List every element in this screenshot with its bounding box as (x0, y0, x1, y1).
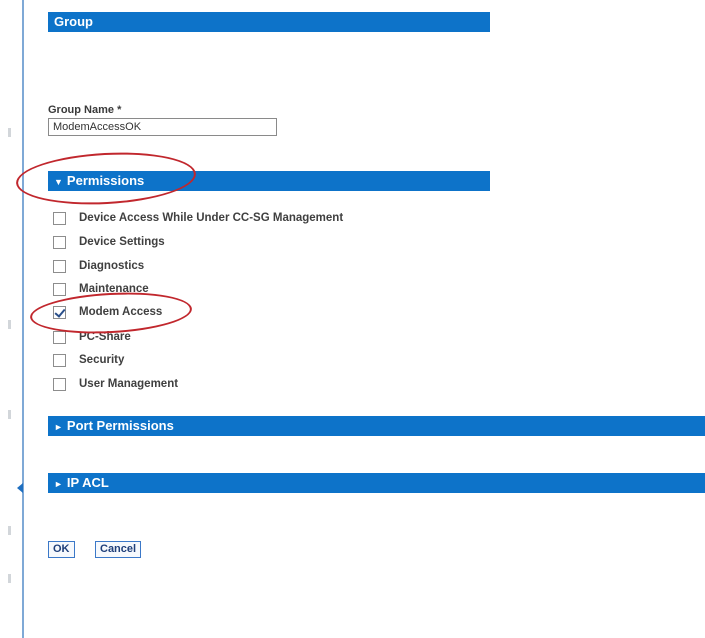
checkbox-icon[interactable] (53, 353, 66, 367)
permission-item-modem-access[interactable]: Modem Access (53, 303, 162, 321)
ip-acl-section-header[interactable]: ► IP ACL (48, 473, 705, 493)
checkbox-checked-icon[interactable] (53, 305, 66, 319)
permission-label: Modem Access (79, 306, 163, 318)
permission-item-device-settings[interactable]: Device Settings (53, 233, 165, 251)
checkbox-icon[interactable] (53, 235, 66, 249)
ip-acl-section-title: IP ACL (66, 475, 109, 490)
permission-item-device-access[interactable]: Device Access While Under CC-SG Manageme… (53, 209, 343, 227)
side-tick-mark (8, 574, 11, 583)
permission-label: PC-Share (79, 331, 131, 343)
checkbox-icon[interactable] (53, 330, 66, 344)
checkbox-icon[interactable] (53, 259, 66, 273)
port-permissions-section-header[interactable]: ► Port Permissions (48, 416, 705, 436)
ok-button[interactable]: OK (48, 541, 75, 558)
permission-item-maintenance[interactable]: Maintenance (53, 280, 149, 298)
group-section-header: Group (48, 12, 490, 32)
group-section-title: Group (54, 14, 93, 29)
side-tick-mark (8, 526, 11, 535)
permission-item-diagnostics[interactable]: Diagnostics (53, 257, 144, 275)
checkbox-icon[interactable] (53, 282, 66, 296)
permission-label: User Management (79, 378, 179, 390)
left-border-rule (22, 0, 24, 638)
checkbox-icon[interactable] (53, 211, 66, 225)
checkbox-icon[interactable] (53, 377, 66, 391)
permission-label: Device Access While Under CC-SG Manageme… (79, 212, 344, 224)
triangle-down-icon: ▼ (54, 177, 63, 187)
port-permissions-section-title: Port Permissions (66, 418, 174, 433)
group-name-input[interactable] (48, 118, 277, 136)
permissions-section-header[interactable]: ▼ Permissions (48, 171, 490, 191)
collapse-sidebar-arrow-icon[interactable] (17, 483, 23, 493)
side-tick-mark (8, 410, 11, 419)
triangle-right-icon: ► (54, 422, 63, 432)
permission-label: Security (79, 354, 125, 366)
side-tick-mark (8, 128, 11, 137)
triangle-right-icon: ► (54, 479, 63, 489)
cancel-button[interactable]: Cancel (95, 541, 142, 558)
permission-item-pc-share[interactable]: PC-Share (53, 328, 131, 346)
side-tick-mark (8, 320, 11, 329)
permissions-section-title: Permissions (66, 173, 145, 188)
permission-label: Diagnostics (79, 260, 145, 272)
group-name-label: Group Name * (48, 104, 122, 116)
permission-item-security[interactable]: Security (53, 351, 124, 369)
permission-label: Maintenance (79, 283, 149, 295)
permission-label: Device Settings (79, 236, 165, 248)
permission-item-user-management[interactable]: User Management (53, 375, 178, 393)
